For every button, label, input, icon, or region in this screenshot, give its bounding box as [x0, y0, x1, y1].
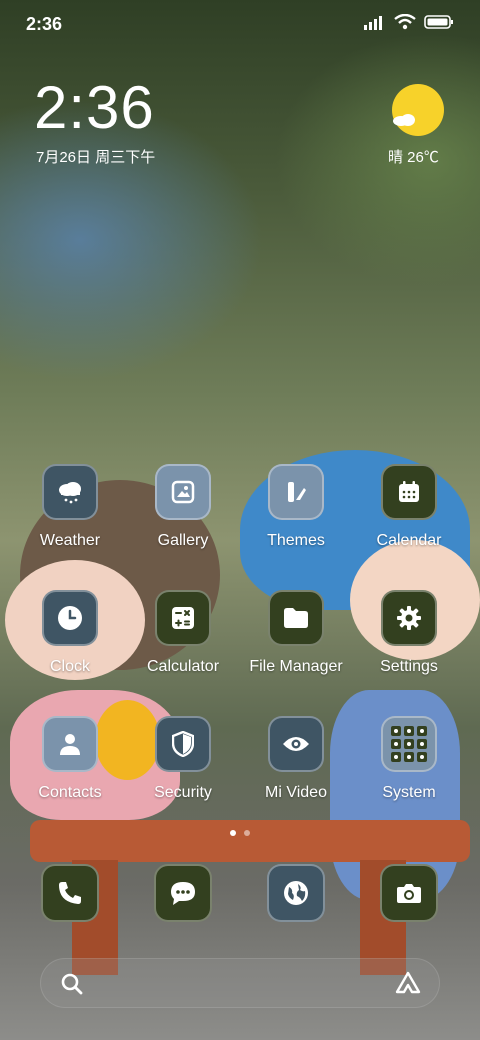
app-security[interactable]: Security: [133, 716, 233, 802]
app-contacts[interactable]: Contacts: [20, 716, 120, 802]
app-security-tile[interactable]: [155, 716, 211, 772]
status-bar: 2:36: [0, 0, 480, 50]
dock-messages[interactable]: [133, 864, 233, 922]
weather-icon: [59, 482, 81, 504]
app-gallery-label: Gallery: [157, 532, 209, 549]
app-themes-label: Themes: [267, 532, 325, 549]
wifi-icon: [394, 14, 416, 30]
dock-browser[interactable]: [246, 864, 346, 922]
app-calendar[interactable]: Calendar: [359, 464, 459, 550]
app-settings-tile[interactable]: [381, 590, 437, 646]
phone-icon: [59, 882, 81, 904]
app-clock-label: Clock: [49, 658, 90, 675]
app-clock-tile[interactable]: [42, 590, 98, 646]
app-system-folder[interactable]: System: [359, 716, 459, 802]
search-icon[interactable]: [61, 973, 83, 995]
app-calculator[interactable]: Calculator: [133, 590, 233, 676]
app-themes-tile[interactable]: [268, 464, 324, 520]
app-security-label: Security: [154, 784, 212, 801]
app-mi-video-label: Mi Video: [265, 784, 327, 801]
app-weather-tile[interactable]: [42, 464, 98, 520]
wallpaper-bench-top: [30, 820, 470, 862]
browser-icon: [284, 881, 308, 905]
app-settings[interactable]: Settings: [359, 590, 459, 676]
dock-phone-tile[interactable]: [41, 864, 99, 922]
folder-grid-icon: [391, 726, 427, 762]
app-file-manager-label: File Manager: [249, 658, 343, 675]
eye-icon: [283, 737, 309, 751]
page-dot-2[interactable]: [244, 830, 250, 836]
status-time: 2:36: [26, 14, 63, 34]
clock-icon: [58, 606, 82, 630]
app-system-folder-tile[interactable]: [381, 716, 437, 772]
app-gallery-tile[interactable]: [155, 464, 211, 520]
calculator-icon: [172, 607, 194, 629]
dock-phone[interactable]: [20, 864, 120, 922]
dock-messages-tile[interactable]: [154, 864, 212, 922]
app-themes[interactable]: Themes: [246, 464, 346, 550]
page-dot-1[interactable]: [230, 830, 236, 836]
app-mi-video[interactable]: Mi Video: [246, 716, 346, 802]
camera-icon: [397, 884, 421, 903]
dock-browser-tile[interactable]: [267, 864, 325, 922]
app-contacts-tile[interactable]: [42, 716, 98, 772]
app-file-manager-tile[interactable]: [268, 590, 324, 646]
app-calendar-label: Calendar: [376, 532, 442, 549]
folder-icon: [284, 608, 308, 628]
dock-camera-tile[interactable]: [380, 864, 438, 922]
gallery-icon: [171, 480, 195, 504]
message-icon: [171, 882, 195, 905]
app-calculator-label: Calculator: [146, 658, 220, 675]
search-bar[interactable]: [40, 958, 440, 1008]
themes-icon: [288, 482, 306, 502]
app-system-folder-label: System: [382, 784, 436, 801]
app-weather-label: Weather: [39, 532, 101, 549]
app-mi-video-tile[interactable]: [268, 716, 324, 772]
gear-icon: [397, 606, 421, 630]
app-contacts-label: Contacts: [38, 784, 102, 801]
calendar-icon: [399, 481, 419, 502]
signal-icon: [364, 16, 382, 30]
app-gallery[interactable]: Gallery: [133, 464, 233, 550]
clock-widget-date[interactable]: 7月26日 周三下午: [36, 146, 155, 167]
cloud-icon: [393, 114, 415, 126]
shield-icon: [172, 731, 194, 757]
weather-widget-text[interactable]: 晴 26℃: [388, 146, 439, 167]
contacts-icon: [60, 734, 80, 755]
app-calendar-tile[interactable]: [381, 464, 437, 520]
clock-widget-time[interactable]: 2:36: [34, 78, 155, 138]
app-clock[interactable]: Clock: [20, 590, 120, 676]
app-calculator-tile[interactable]: [155, 590, 211, 646]
page-indicator: [0, 830, 480, 836]
app-weather[interactable]: Weather: [20, 464, 120, 550]
assistant-icon[interactable]: [395, 971, 421, 995]
app-file-manager[interactable]: File Manager: [246, 590, 346, 676]
dock-camera[interactable]: [359, 864, 459, 922]
app-settings-label: Settings: [380, 658, 438, 675]
status-icons: [364, 14, 454, 30]
battery-icon: [424, 15, 453, 29]
sun-icon[interactable]: [392, 84, 444, 136]
